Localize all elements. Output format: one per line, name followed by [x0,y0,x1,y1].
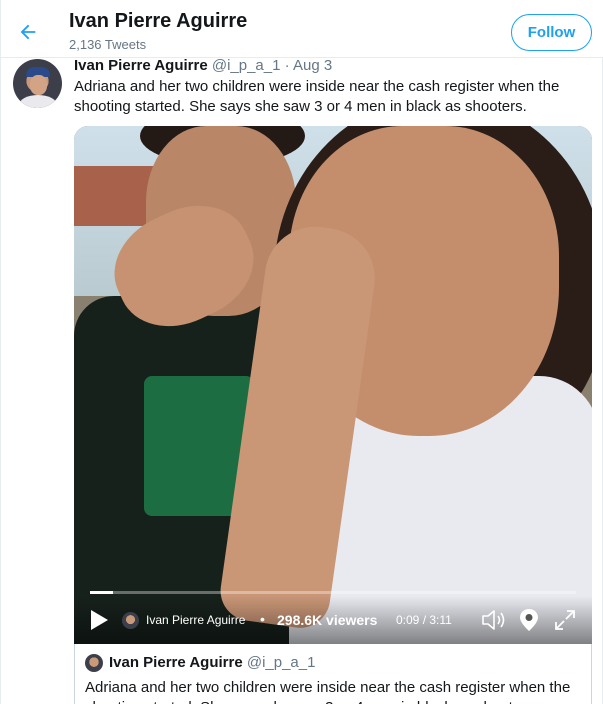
tweet-meta: Ivan Pierre Aguirre @i_p_a_1 · Aug 3 [74,57,332,74]
volume-icon[interactable] [481,609,507,631]
tweet-text: Adriana and her two children were inside… [74,78,560,115]
tweet-author-handle[interactable]: @i_p_a_1 [212,57,281,74]
play-icon[interactable] [88,608,110,632]
quoted-avatar [85,654,103,672]
tweet-author-name[interactable]: Ivan Pierre Aguirre [74,57,208,74]
tweet-count: 2,136 Tweets [69,37,147,52]
follow-button[interactable]: Follow [511,14,592,51]
video-time: 0:09 / 3:11 [396,613,452,627]
video-progress-bar[interactable] [90,591,576,594]
video-player[interactable]: Ivan Pierre Aguirre • 298.6K viewers 0:0… [74,126,592,644]
tweet-date[interactable]: Aug 3 [293,57,332,74]
quoted-author-name: Ivan Pierre Aguirre [109,654,243,671]
broadcaster-name: Ivan Pierre Aguirre [146,613,246,627]
location-pin-icon[interactable] [518,608,540,632]
viewer-count: 298.6K viewers [277,612,378,628]
video-progress-fill [90,591,114,594]
meta-separator: · [284,57,290,74]
video-controls: Ivan Pierre Aguirre • 298.6K viewers 0:0… [74,596,592,644]
timeline-frame: Ivan Pierre Aguirre 2,136 Tweets Follow … [0,0,603,704]
back-arrow-icon[interactable] [15,19,41,45]
profile-header: Ivan Pierre Aguirre 2,136 Tweets Follow [1,0,603,58]
avatar[interactable] [13,59,62,108]
quoted-author-handle: @i_p_a_1 [246,654,316,671]
controls-separator: • [260,611,265,627]
quoted-text: Adriana and her two children were inside… [85,679,571,704]
quoted-meta: Ivan Pierre Aguirre @i_p_a_1 [109,654,315,671]
expand-icon[interactable] [554,609,576,631]
quoted-tweet-card[interactable]: Ivan Pierre Aguirre @i_p_a_1 Adriana and… [74,644,592,704]
profile-name: Ivan Pierre Aguirre [69,10,248,32]
broadcaster-avatar [122,612,139,629]
